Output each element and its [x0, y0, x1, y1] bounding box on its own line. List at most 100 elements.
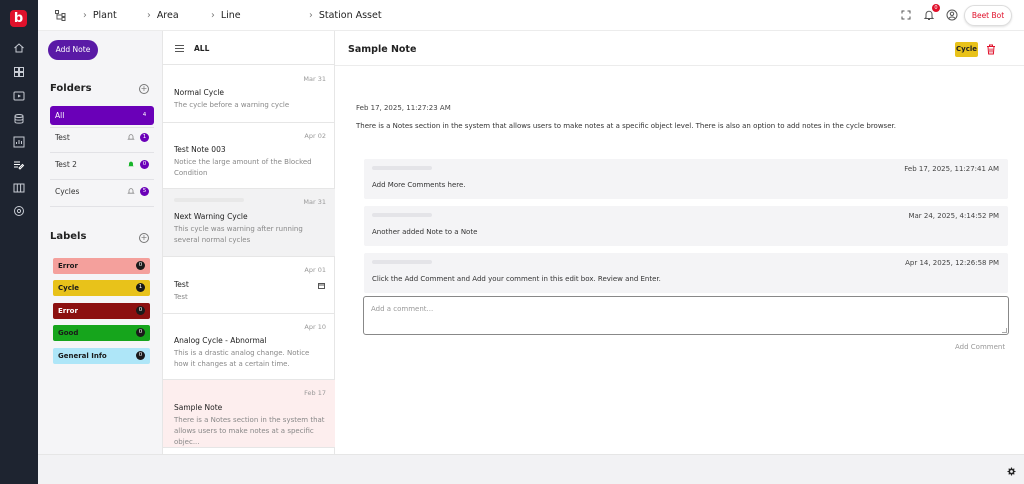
add-comment-button[interactable]: Add Comment — [955, 343, 1005, 351]
comment-item: Feb 17, 2025, 11:27:41 AM Add More Comme… — [364, 159, 1008, 199]
comment-date: Mar 24, 2025, 4:14:52 PM — [908, 212, 999, 220]
columns-icon[interactable] — [13, 182, 25, 194]
note-detail-panel: Sample Note Cycle Feb 17, 2025, 11:27:23… — [335, 31, 1024, 454]
comment-input[interactable]: Add a comment... — [363, 296, 1009, 335]
notification-badge: 0 — [932, 4, 940, 12]
label-count: 1 — [136, 283, 145, 292]
note-date: Apr 10 — [304, 323, 326, 331]
comment-author-redacted — [372, 213, 432, 217]
divider — [50, 206, 154, 207]
trash-icon[interactable] — [986, 44, 996, 55]
resize-handle[interactable] — [1002, 328, 1007, 333]
note-detail-title: Sample Note — [348, 44, 417, 55]
add-folder-icon[interactable]: + — [139, 84, 149, 94]
note-detail-header: Sample Note Cycle — [335, 31, 1024, 66]
fullscreen-icon[interactable] — [900, 9, 912, 21]
comment-item: Apr 14, 2025, 12:26:58 PM Click the Add … — [364, 253, 1008, 293]
comment-author-redacted — [372, 166, 432, 170]
label-item-error[interactable]: Error 0 — [53, 258, 150, 274]
note-preview: This cycle was warning after running sev… — [174, 225, 303, 244]
note-title: Analog Cycle - Abnormal — [174, 336, 267, 345]
left-rail: b — [0, 0, 38, 484]
note-preview: This is a drastic analog change. Notice … — [174, 349, 310, 368]
folder-count: 5 — [140, 187, 149, 196]
label-tag[interactable]: Cycle — [955, 42, 978, 57]
note-title: Sample Note — [174, 403, 223, 412]
folder-count: 1 — [140, 133, 149, 142]
note-item[interactable]: Mar 31 Next Warning Cycle This cycle was… — [163, 189, 335, 257]
notes-filter-label: ALL — [194, 44, 210, 53]
gear-icon[interactable] — [1007, 467, 1016, 476]
footer-bar — [38, 454, 1024, 484]
bell-active-icon[interactable] — [127, 160, 135, 168]
comment-date: Apr 14, 2025, 12:26:58 PM — [905, 259, 999, 267]
note-item[interactable]: Apr 02 Test Note 003 Notice the large am… — [163, 123, 335, 189]
note-preview: The cycle before a warning cycle — [174, 101, 290, 109]
note-item[interactable]: Apr 10 Analog Cycle - Abnormal This is a… — [163, 314, 335, 380]
breadcrumb-station-asset[interactable]: › Station Asset — [309, 9, 382, 22]
menu-icon[interactable] — [175, 45, 184, 52]
label-item-general-info[interactable]: General Info 0 — [53, 348, 150, 364]
folder-item-cycles[interactable]: Cycles 5 — [50, 182, 154, 201]
comment-date: Feb 17, 2025, 11:27:41 AM — [904, 165, 999, 173]
label-name: Error — [58, 262, 78, 270]
bell-icon[interactable] — [127, 187, 135, 195]
note-date: Feb 17 — [304, 389, 326, 397]
note-date: Mar 31 — [303, 75, 326, 83]
note-author-redacted — [174, 198, 244, 202]
bell-icon[interactable] — [127, 133, 135, 141]
comment-item: Mar 24, 2025, 4:14:52 PM Another added N… — [364, 206, 1008, 246]
note-preview: Notice the large amount of the Blocked C… — [174, 158, 312, 177]
chart-icon[interactable] — [13, 136, 25, 148]
note-date: Apr 01 — [304, 266, 326, 274]
folder-count: 0 — [140, 160, 149, 169]
breadcrumb-area[interactable]: › Area — [147, 9, 179, 22]
notes-icon[interactable] — [13, 159, 25, 171]
label-count: 0 — [136, 351, 145, 360]
folder-item-test[interactable]: Test 1 — [50, 128, 154, 147]
breadcrumb-plant[interactable]: › Plant — [83, 9, 117, 22]
add-label-icon[interactable]: + — [139, 233, 149, 243]
label-item-cycle[interactable]: Cycle 1 — [53, 280, 150, 296]
settings-icon[interactable] — [13, 205, 25, 217]
label-item-error-dark[interactable]: Error 0 — [53, 303, 150, 319]
note-item-selected[interactable]: Feb 17 Sample Note There is a Notes sect… — [163, 380, 335, 448]
app-logo[interactable]: b — [10, 10, 27, 27]
user-menu-button[interactable]: Beet Bot — [964, 5, 1012, 26]
top-bar: › Plant › Area › Line › Station Asset 0 Beet… — [38, 0, 1024, 31]
comment-placeholder: Add a comment... — [371, 305, 434, 313]
divider — [50, 152, 154, 153]
folder-item-all[interactable]: All 4 — [50, 106, 154, 125]
dashboard-icon[interactable] — [13, 66, 25, 78]
labels-title: Labels — [50, 231, 87, 242]
note-item[interactable]: Mar 31 Normal Cycle The cycle before a w… — [163, 66, 335, 123]
note-item[interactable]: Apr 01 Test Test — [163, 257, 335, 314]
label-item-good[interactable]: Good 0 — [53, 325, 150, 341]
folder-label: Cycles — [55, 187, 80, 196]
video-icon[interactable] — [13, 90, 25, 102]
attachment-icon — [318, 282, 325, 289]
note-timestamp: Feb 17, 2025, 11:27:23 AM — [356, 104, 451, 112]
note-title: Normal Cycle — [174, 88, 225, 97]
label-name: Cycle — [58, 284, 79, 292]
database-icon[interactable] — [13, 113, 25, 125]
breadcrumb-line[interactable]: › Line — [211, 9, 241, 22]
folder-label: All — [55, 111, 65, 120]
label-count: 0 — [136, 306, 145, 315]
divider — [50, 179, 154, 180]
user-icon[interactable] — [946, 9, 958, 21]
note-date: Apr 02 — [304, 132, 326, 140]
label-name: General Info — [58, 352, 107, 360]
note-date: Mar 31 — [303, 198, 326, 206]
home-icon[interactable] — [13, 42, 25, 54]
comment-author-redacted — [372, 260, 432, 264]
label-count: 0 — [136, 328, 145, 337]
org-tree-icon[interactable] — [55, 10, 66, 21]
folder-count: 4 — [142, 112, 147, 118]
folder-item-test-2[interactable]: Test 2 0 — [50, 155, 154, 174]
label-name: Good — [58, 329, 79, 337]
add-note-button[interactable]: Add Note — [48, 40, 98, 60]
note-body: There is a Notes section in the system t… — [356, 122, 896, 130]
note-title: Test Note 003 — [174, 145, 226, 154]
folder-label: Test 2 — [55, 160, 77, 169]
